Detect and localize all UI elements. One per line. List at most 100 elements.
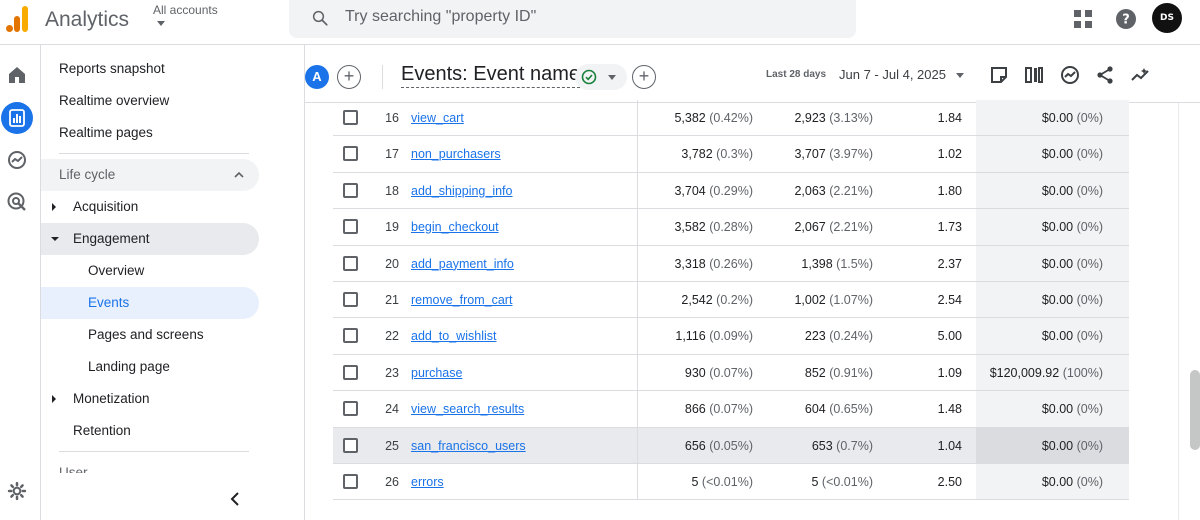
row-checkbox[interactable] [343,182,358,198]
event-count-cell: 656 (0.05%) [684,438,753,453]
date-range-value[interactable]: Jun 7 - Jul 4, 2025 [839,67,946,82]
account-picker[interactable]: All accounts [153,3,218,17]
column-divider [637,391,638,427]
total-users-cell: 653 (0.7%) [811,438,873,453]
row-checkbox[interactable] [343,328,358,344]
row-index: 18 [385,183,399,198]
nav-acquisition[interactable]: Acquisition [41,191,138,223]
event-name-link[interactable]: errors [411,475,444,489]
app-title[interactable]: Analytics [45,8,129,32]
report-title[interactable]: Events: Event name [401,63,580,88]
table-row[interactable]: 21 remove_from_cart 2,542 (0.2%) 1,002 (1.0… [333,282,1129,319]
search-bar[interactable] [289,0,856,38]
trending-sparkle-icon[interactable] [1130,65,1150,85]
settings-gear-icon[interactable] [7,481,27,501]
nav-retention[interactable]: Retention [41,415,131,447]
row-index: 21 [385,293,399,307]
nav-monetization[interactable]: Monetization [41,383,150,415]
annotation-note-icon[interactable] [989,65,1009,85]
add-comparison-button[interactable]: + [337,65,361,89]
event-name-link[interactable]: remove_from_cart [411,293,512,307]
event-name-link[interactable]: add_to_wishlist [411,329,496,343]
row-checkbox[interactable] [343,292,358,307]
nav-pages-and-screens[interactable]: Pages and screens [41,319,204,351]
event-count-cell: 3,782 (0.3%) [681,147,753,162]
explore-icon[interactable] [5,148,29,172]
row-checkbox[interactable] [343,110,358,125]
nav-engagement-label: Engagement [73,231,150,246]
total-users-cell: 5 (<0.01%) [811,475,873,489]
event-name-link[interactable]: view_cart [411,111,464,125]
report-status-pill[interactable] [575,64,627,90]
column-divider [637,354,638,391]
event-count-cell: 2,542 (0.2%) [681,293,753,307]
revenue-cell: $120,009.92 (100%) [989,365,1103,380]
row-index: 23 [385,365,399,380]
nav-landing-page[interactable]: Landing page [41,351,170,383]
row-checkbox[interactable] [343,437,358,453]
table-row[interactable]: 17 non_purchasers 3,782 (0.3%) 3,707 (3.97%… [333,136,1129,173]
search-input[interactable] [345,8,825,26]
add-filter-button[interactable]: + [632,65,656,89]
nav-section-label: Life cycle [59,167,116,182]
revenue-cell: $0.00 (0%) [1041,329,1103,344]
row-checkbox[interactable] [343,219,358,235]
event-name-link[interactable]: add_payment_info [411,257,514,271]
table-row[interactable]: 19 begin_checkout 3,582 (0.28%) 2,067 (2.21… [333,209,1129,246]
nav-section-user-label: User [59,465,88,473]
nav-realtime-overview[interactable]: Realtime overview [41,85,169,117]
nav-divider [59,451,249,452]
events-table: 16 view_cart 5,382 (0.42%) 2,923 (3.13%) 1.8… [305,100,1200,520]
nav-engagement[interactable]: Engagement [41,223,150,255]
caret-down-icon[interactable] [157,21,165,26]
table-row[interactable]: 26 errors 5 (<0.01%) 5 (<0.01%) 2.50 $0.00 (0… [333,464,1129,501]
row-checkbox[interactable] [343,255,358,271]
apps-grid-icon[interactable] [1072,8,1094,30]
row-checkbox[interactable] [343,401,358,417]
share-icon[interactable] [1095,65,1115,85]
table-row[interactable]: 18 add_shipping_info 3,704 (0.29%) 2,063 (2… [333,172,1129,210]
comparison-segment-badge[interactable]: A [305,65,329,89]
nav-reports-snapshot[interactable]: Reports snapshot [41,53,165,85]
row-checkbox[interactable] [343,146,358,162]
compare-columns-icon[interactable] [1024,65,1044,85]
event-name-link[interactable]: begin_checkout [411,220,499,234]
events-per-user-cell: 1.80 [937,183,962,198]
analytics-logo-icon[interactable] [6,6,30,32]
date-range-label[interactable]: Last 28 days [766,69,826,80]
event-name-link[interactable]: add_shipping_info [411,184,512,198]
row-checkbox[interactable] [343,364,358,380]
table-row[interactable]: 24 view_search_results 866 (0.07%) 604 (0.6… [333,391,1129,428]
help-icon[interactable]: ? [1115,8,1137,30]
revenue-cell: $0.00 (0%) [1041,111,1103,125]
nav-section-lifecycle[interactable]: Life cycle [41,159,259,191]
advertising-icon[interactable] [5,190,29,214]
event-name-link[interactable]: view_search_results [411,402,524,416]
top-app-bar: Analytics All accounts ? DS [0,0,1200,45]
row-checkbox[interactable] [343,474,358,489]
scrollbar-thumb[interactable] [1190,370,1200,450]
table-row[interactable]: 16 view_cart 5,382 (0.42%) 2,923 (3.13%) 1.8… [333,100,1129,137]
chevron-up-icon [234,171,244,178]
nav-realtime-pages[interactable]: Realtime pages [41,117,153,149]
svg-text:?: ? [1122,13,1130,28]
caret-down-icon[interactable] [956,73,964,78]
table-row[interactable]: 25 san_francisco_users 656 (0.05%) 653 (0.7… [333,427,1129,464]
expand-triangle-icon [52,395,56,403]
nav-engagement-overview[interactable]: Overview [41,255,144,287]
home-icon[interactable] [5,63,29,87]
chevron-left-icon[interactable] [227,490,245,508]
revenue-cell: $0.00 (0%) [1041,256,1103,271]
table-row[interactable]: 22 add_to_wishlist 1,116 (0.09%) 223 (0.24%… [333,318,1129,355]
table-row[interactable]: 23 purchase 930 (0.07%) 852 (0.91%) 1.09 $120… [333,354,1129,392]
nav-section-user[interactable]: User [41,457,88,473]
event-name-link[interactable]: non_purchasers [411,147,501,161]
event-name-link[interactable]: purchase [411,366,462,380]
table-row[interactable]: 20 add_payment_info 3,318 (0.26%) 1,398 (1.… [333,245,1129,282]
account-avatar[interactable]: DS [1152,3,1182,33]
nav-events[interactable]: Events [41,287,129,319]
vertical-scrollbar-track[interactable] [1178,103,1200,520]
events-per-user-cell: 5.00 [937,329,962,344]
event-name-link[interactable]: san_francisco_users [411,439,526,453]
insights-icon[interactable] [1060,65,1080,85]
